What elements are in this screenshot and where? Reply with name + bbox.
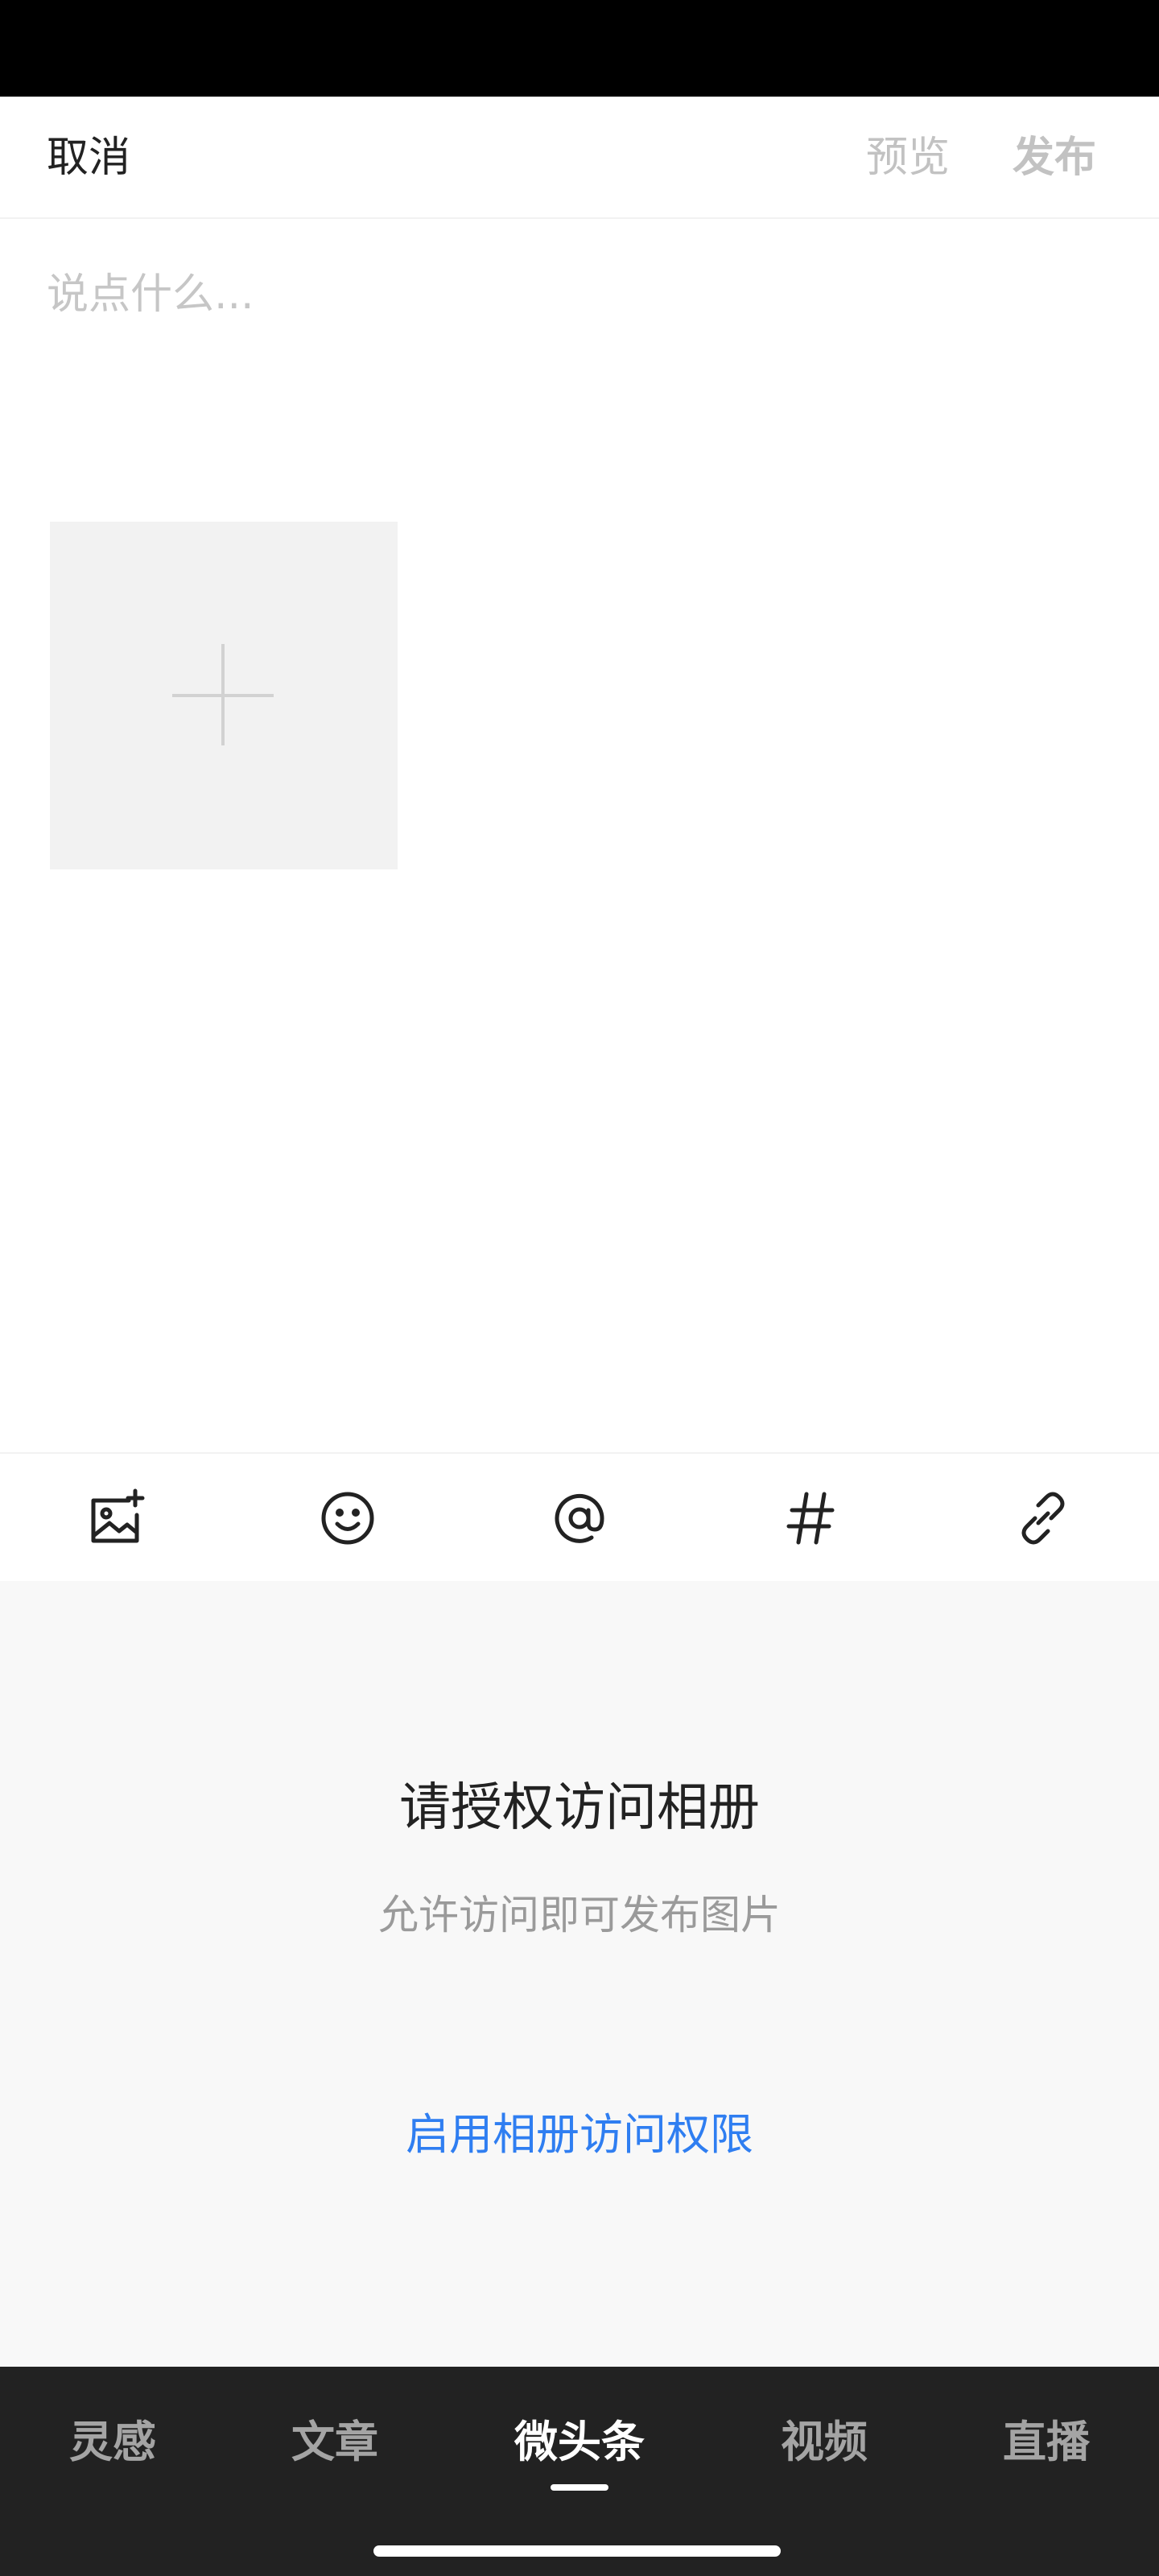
emoji-icon[interactable] (316, 1486, 380, 1550)
nav-item-article[interactable]: 文章 (246, 2412, 423, 2473)
add-photo-button[interactable] (50, 522, 398, 869)
nav-item-micro-headline[interactable]: 微头条 (491, 2412, 668, 2473)
mention-icon[interactable] (547, 1486, 612, 1550)
cancel-button[interactable]: 取消 (47, 129, 130, 187)
top-bar: 取消 预览 发布 (0, 97, 1159, 219)
bottom-nav: 灵感 文章 微头条 视频 直播 (0, 2367, 1159, 2576)
home-indicator[interactable] (373, 2545, 781, 2557)
nav-item-live[interactable]: 直播 (958, 2412, 1135, 2473)
preview-button[interactable]: 预览 (866, 129, 950, 187)
active-tab-indicator (551, 2484, 608, 2491)
hashtag-icon[interactable] (779, 1486, 843, 1550)
publish-button[interactable]: 发布 (1013, 129, 1096, 187)
nav-item-video[interactable]: 视频 (736, 2412, 913, 2473)
link-icon[interactable] (1011, 1486, 1075, 1550)
album-permission-panel: 请授权访问相册 允许访问即可发布图片 启用相册访问权限 (0, 1581, 1159, 2367)
image-add-icon[interactable] (84, 1486, 148, 1550)
nav-item-inspiration[interactable]: 灵感 (24, 2412, 201, 2473)
permission-subtitle: 允许访问即可发布图片 (378, 1892, 781, 1938)
enable-album-access-link[interactable]: 启用相册访问权限 (0, 2104, 1159, 2165)
permission-title: 请授权访问相册 (399, 1778, 760, 1838)
composer-toolbar (0, 1452, 1159, 1581)
status-bar (0, 0, 1159, 97)
post-text-input[interactable]: 说点什么... (47, 258, 1109, 338)
